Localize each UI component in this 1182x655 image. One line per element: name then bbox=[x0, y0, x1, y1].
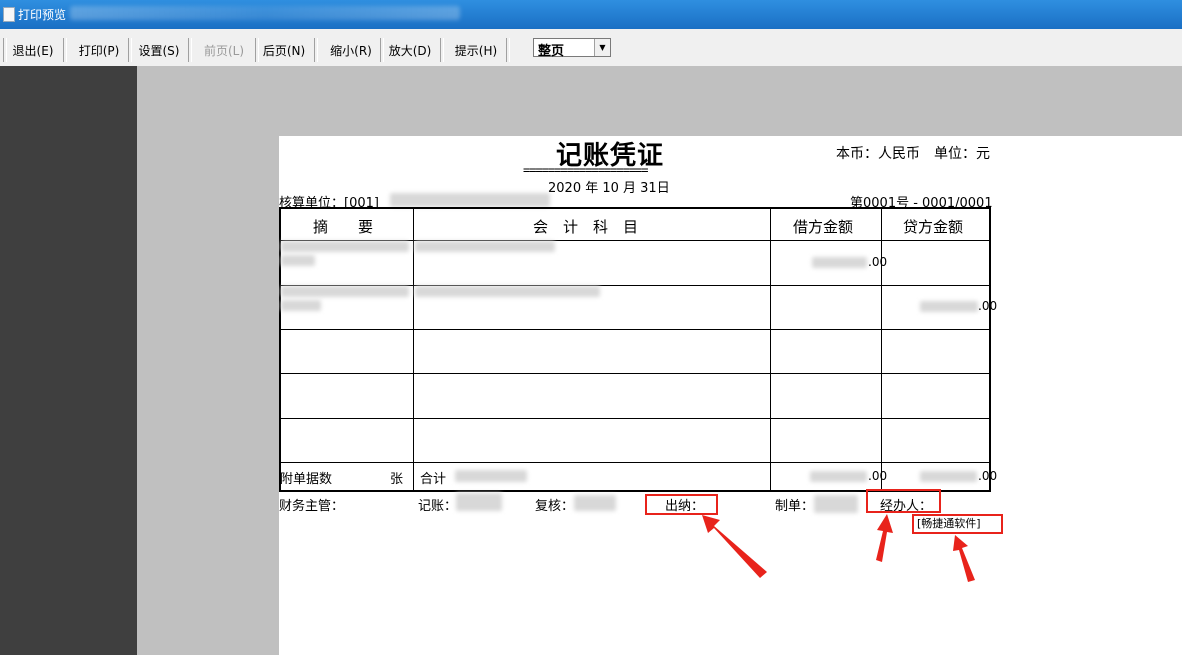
arrow-icon bbox=[953, 535, 975, 582]
arrow-icon bbox=[702, 515, 767, 578]
annotation-arrows bbox=[702, 514, 975, 582]
arrow-icon bbox=[876, 514, 893, 562]
